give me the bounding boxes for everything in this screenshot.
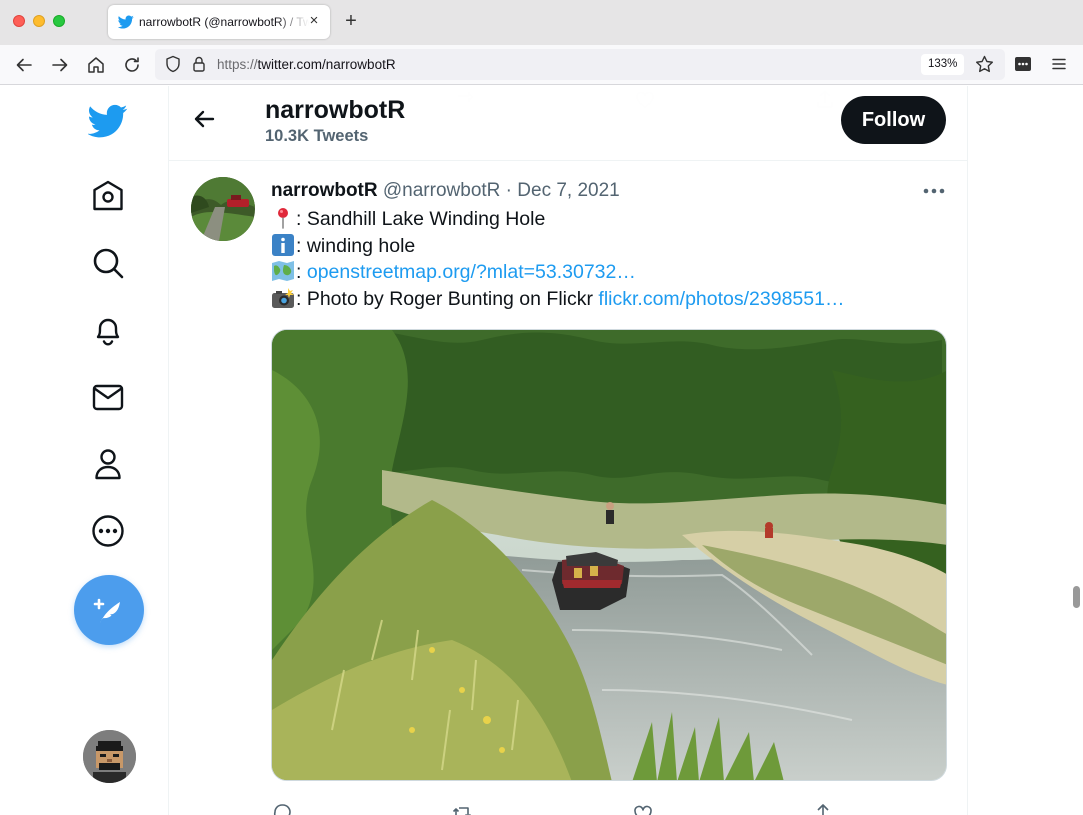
tweet-author-handle[interactable]: @narrowbotR bbox=[383, 180, 501, 201]
shield-icon[interactable] bbox=[163, 54, 183, 74]
account-avatar[interactable] bbox=[83, 730, 136, 783]
window-close-button[interactable] bbox=[13, 15, 25, 27]
window-maximize-button[interactable] bbox=[53, 15, 65, 27]
back-arrow-icon[interactable] bbox=[189, 104, 219, 134]
bookmark-star-icon[interactable] bbox=[974, 54, 995, 75]
world-map-emoji bbox=[271, 260, 295, 282]
tweet-count: 10.3K Tweets bbox=[265, 127, 369, 145]
like-icon[interactable] bbox=[632, 802, 654, 815]
tweet-line-info: : winding hole bbox=[271, 233, 947, 260]
bell-icon[interactable] bbox=[88, 310, 128, 350]
mail-icon[interactable] bbox=[88, 377, 128, 417]
hamburger-menu-icon[interactable] bbox=[1049, 54, 1069, 74]
round-pushpin-emoji bbox=[271, 207, 295, 229]
tweet-line-location: : Sandhill Lake Winding Hole bbox=[271, 206, 947, 233]
compose-tweet-button[interactable] bbox=[74, 575, 144, 645]
browser-titlebar: narrowbotR (@narrowbotR) / Twitter × + bbox=[0, 0, 1083, 45]
back-arrow-icon[interactable] bbox=[13, 54, 35, 76]
window-minimize-button[interactable] bbox=[33, 15, 45, 27]
camera-flash-emoji bbox=[271, 287, 295, 309]
profile-icon[interactable] bbox=[88, 444, 128, 484]
page-scrollbar[interactable] bbox=[1070, 86, 1083, 815]
tab-title: narrowbotR (@narrowbotR) / Twitter bbox=[139, 15, 309, 29]
tweet-header: narrowbotR @narrowbotR · Dec 7, 2021 bbox=[271, 180, 620, 202]
tweet-photo-canal-narrowboat[interactable] bbox=[271, 329, 947, 781]
home-icon[interactable] bbox=[85, 54, 107, 76]
tweet-line-text: : Sandhill Lake Winding Hole bbox=[296, 208, 546, 230]
retweet-icon[interactable] bbox=[451, 802, 473, 815]
main-timeline-column: narrowbotR 10.3K Tweets Follow narrowbot… bbox=[168, 86, 968, 815]
profile-name: narrowbotR bbox=[265, 96, 406, 124]
reply-icon[interactable] bbox=[271, 802, 293, 815]
share-icon[interactable] bbox=[812, 802, 834, 815]
lock-icon[interactable] bbox=[189, 54, 209, 74]
twitter-logo-icon[interactable] bbox=[87, 101, 128, 141]
tweet-date[interactable]: Dec 7, 2021 bbox=[517, 180, 619, 201]
forward-arrow-icon[interactable] bbox=[49, 54, 71, 76]
twitter-favicon-icon bbox=[118, 15, 134, 29]
zoom-level-badge[interactable]: 133% bbox=[921, 54, 965, 75]
search-icon[interactable] bbox=[88, 243, 128, 283]
follow-button[interactable]: Follow bbox=[841, 96, 946, 144]
compose-tweet-icon bbox=[93, 598, 120, 623]
tweet-line-map: : openstreetmap.org/?mlat=53.30732… bbox=[271, 259, 947, 286]
url-text[interactable]: https://twitter.com/narrowbotR bbox=[217, 57, 396, 72]
url-scheme: https:// bbox=[217, 57, 258, 72]
tweet[interactable]: narrowbotR @narrowbotR · Dec 7, 2021 : S… bbox=[169, 162, 967, 815]
tweet-author-name[interactable]: narrowbotR bbox=[271, 180, 378, 201]
scrollbar-thumb[interactable] bbox=[1073, 586, 1080, 608]
more-options-icon[interactable] bbox=[921, 184, 947, 198]
extension-icon[interactable] bbox=[1013, 54, 1033, 74]
tab-close-icon[interactable]: × bbox=[306, 13, 322, 29]
tweet-line-text: : Photo by Roger Bunting on Flickr bbox=[296, 288, 599, 311]
home-icon[interactable] bbox=[88, 176, 128, 216]
information-emoji bbox=[271, 233, 295, 256]
twitter-sidebar-nav bbox=[0, 86, 168, 815]
tweet-author-avatar[interactable] bbox=[191, 177, 255, 241]
tweet-line-photo-credit: : Photo by Roger Bunting on Flickr flick… bbox=[271, 286, 947, 313]
browser-tab[interactable]: narrowbotR (@narrowbotR) / Twitter × bbox=[108, 5, 330, 39]
reload-icon[interactable] bbox=[121, 54, 143, 76]
profile-header: narrowbotR 10.3K Tweets Follow bbox=[169, 86, 967, 161]
more-circle-icon[interactable] bbox=[88, 511, 128, 551]
url-host-path: twitter.com/narrowbotR bbox=[257, 57, 396, 72]
url-bar[interactable]: https://twitter.com/narrowbotR 133% bbox=[155, 49, 1005, 80]
tweet-text: : Sandhill Lake Winding Hole : winding h… bbox=[271, 206, 947, 313]
browser-navbar: https://twitter.com/narrowbotR 133% bbox=[0, 45, 1083, 85]
tweet-separator: · bbox=[505, 180, 512, 201]
flickr-link[interactable]: flickr.com/photos/2398551… bbox=[598, 288, 844, 310]
tweet-line-text: : winding hole bbox=[296, 234, 416, 257]
new-tab-button[interactable]: + bbox=[341, 11, 361, 31]
openstreetmap-link[interactable]: openstreetmap.org/?mlat=53.30732… bbox=[307, 261, 636, 283]
tweet-line-text: : bbox=[296, 261, 307, 284]
